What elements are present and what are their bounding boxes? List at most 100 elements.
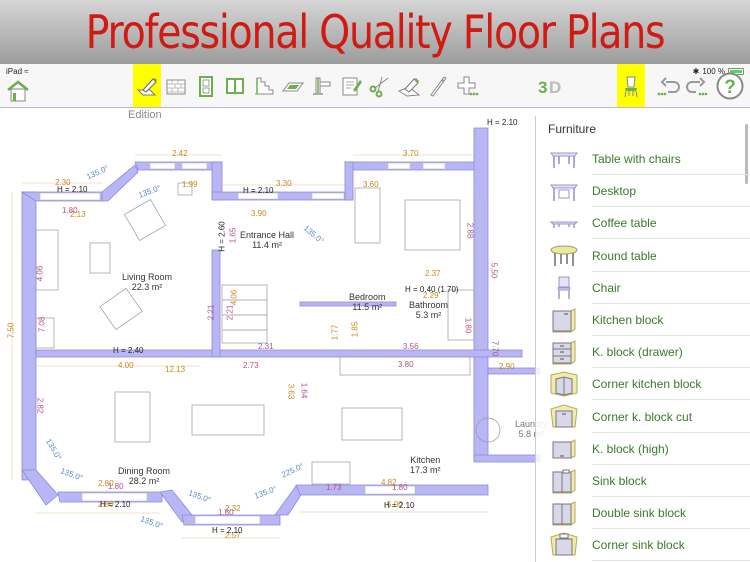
tool-stairs[interactable] [250,64,278,107]
furniture-item[interactable]: K. block (high) [536,433,750,465]
furniture-item[interactable]: Chair [536,272,750,304]
wall [344,161,483,171]
window [387,162,411,170]
corner-sink-block-icon [536,529,592,561]
armchair [99,287,143,331]
furniture-item-label: Corner kitchen block [592,377,702,392]
brick-wall-icon [166,79,186,94]
dimension-label: 1.73 [326,483,342,492]
dimension-label: 12.13 [165,365,186,374]
furniture-item[interactable]: Desktop [536,175,750,208]
dimension-label: 1.64 [299,382,309,399]
tool-3d-view[interactable]: 3D [535,64,567,107]
window-icon [226,77,244,94]
height-label: H = 2.40 [113,346,144,355]
desk [354,187,381,244]
coffee-table-icon [536,207,592,239]
status-bar-left: iPad ≈ [6,67,29,76]
room-label-dining-room[interactable]: Dining Room 28.2 m² [118,466,170,486]
window [194,515,261,525]
dimension-label: 2.88 [465,222,475,239]
furniture-item-label: Desktop [592,184,637,199]
furniture-item-label: Coffee table [592,216,657,231]
corner-kitchen-block-cut-icon [536,401,592,433]
side-table [89,242,111,274]
round-table-icon [536,240,592,272]
plus-more-icon [457,76,479,95]
dimension-label: 4.06 [229,289,239,306]
redo-button[interactable] [684,64,712,107]
home-button[interactable] [4,76,32,106]
kitchen-block-drawer-icon [536,336,592,368]
tool-edition[interactable] [133,64,161,107]
tool-beam[interactable] [307,64,335,107]
room-label-living-room[interactable]: Living Room 22.3 m² [122,272,172,292]
chair-icon [624,76,638,97]
dimension-label: 2.21 [225,304,235,321]
help-icon: ? [716,72,744,99]
furniture-item-label: Corner sink block [592,538,685,553]
dimension-label: 1.80 [218,508,234,517]
help-button[interactable]: ? [714,64,746,107]
wifi-icon: ≈ [24,67,29,76]
room-label-bathroom[interactable]: Bathroom 5.3 m² [409,300,448,320]
dimension-label: 4.00 [118,361,134,370]
svg-text:?: ? [724,77,736,98]
furniture-item[interactable]: Coffee table [536,207,750,240]
sink-block-icon [536,465,592,497]
tool-add-more[interactable] [453,64,481,107]
furniture-item[interactable]: Corner sink block [536,529,750,562]
home-icon [7,80,29,102]
dimension-label: 3.63 [286,383,296,400]
furniture-item[interactable]: Table with chairs [536,143,750,175]
tool-eraser[interactable] [395,64,423,107]
tool-furniture[interactable] [617,64,645,107]
undo-button[interactable] [654,64,682,107]
furniture-item[interactable]: Round table [536,240,750,272]
furniture-item[interactable]: Corner kitchen block [536,368,750,401]
undo-icon [657,76,680,95]
dimension-label: 3.90 [251,209,267,218]
tool-notes[interactable] [337,64,365,107]
room-label-bedroom[interactable]: Bedroom 11.5 m² [349,292,386,312]
furniture-item[interactable]: Sink block [536,465,750,497]
window [181,162,208,170]
tool-floor[interactable] [279,64,307,107]
dimension-label: 3.30 [276,179,292,188]
furniture-item-label: K. block (drawer) [592,345,683,360]
furniture-item[interactable]: Double sink block [536,497,750,530]
height-label: H = 2.10 [212,526,243,535]
dimension-label: 2.31 [258,342,274,351]
banner-title: Professional Quality Floor Plans [85,5,666,59]
dimension-label: 1.99 [182,180,198,189]
dimension-label: 1.85 [350,321,360,338]
dimension-label: 1.77 [330,324,340,341]
furniture-item-label: Double sink block [592,506,687,521]
furniture-panel: Furniture Table with chairs Desktop Coffee… [535,116,750,562]
tool-walls[interactable] [162,64,190,107]
room-label-kitchen[interactable]: Kitchen 17.3 m² [410,455,441,475]
furniture-item[interactable]: Kitchen block [536,304,750,336]
tool-windows[interactable] [221,64,249,107]
furniture-item-label: Kitchen block [592,313,664,327]
armchair [124,199,166,241]
wall [21,469,59,506]
promo-banner: Professional Quality Floor Plans [0,0,750,64]
tool-cut[interactable] [366,64,394,107]
dimension-label: 2.21 [206,304,216,321]
double-sink-block-icon [536,497,592,529]
furniture-item-label: K. block (high) [592,441,669,456]
furniture-item[interactable]: Corner k. block cut [536,401,750,433]
3d-view-icon: 3D [538,78,561,97]
svg-text:3: 3 [538,78,547,97]
furniture-item-label: Sink block [592,474,647,488]
window [39,192,101,201]
tool-doors[interactable] [192,64,220,107]
furniture-item[interactable]: K. block (drawer) [536,336,750,369]
sofa [114,391,151,443]
height-label: H = 2.10 [487,118,518,127]
furniture-item-label: Table with chairs [592,152,681,166]
device-name: iPad [6,67,23,76]
tool-measure[interactable] [424,64,452,107]
room-label-entrance-hall[interactable]: Entrance Hall 11.4 m² [240,230,294,250]
